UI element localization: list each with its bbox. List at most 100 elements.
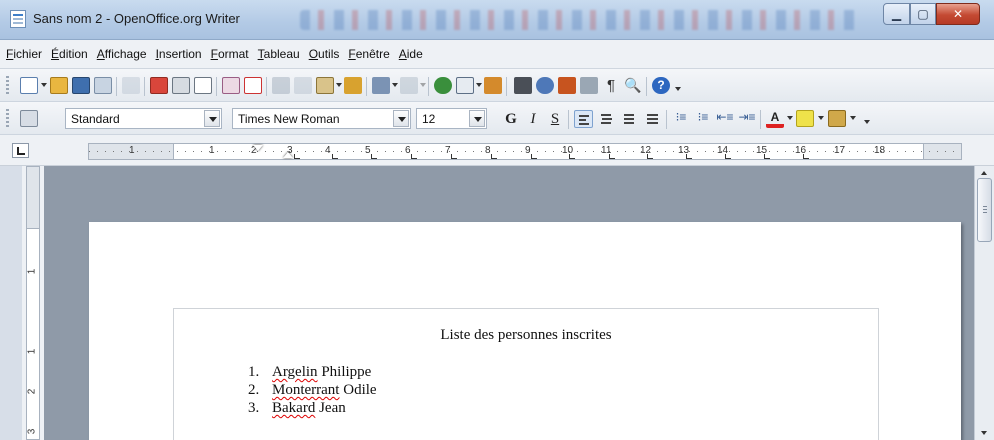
zoom-icon[interactable]: 🔍 — [624, 77, 642, 94]
gallery-icon[interactable] — [558, 77, 576, 94]
tab-stop[interactable] — [725, 154, 731, 159]
highlighting-icon[interactable] — [796, 110, 814, 127]
tab-stop[interactable] — [451, 154, 457, 159]
menu-tableau[interactable]: Tableau — [258, 47, 300, 61]
scroll-down-icon[interactable] — [975, 426, 994, 440]
numbered-list[interactable]: 1. Argelin Philippe 2. Monterrant Odile 3.… — [248, 363, 377, 417]
justify-button[interactable] — [643, 110, 662, 128]
decrease-indent-icon[interactable]: ⇤≡ — [716, 110, 734, 127]
tab-stop[interactable] — [647, 154, 653, 159]
copy-icon[interactable] — [294, 77, 312, 94]
toolbar-options-icon[interactable] — [864, 120, 870, 124]
document-page[interactable]: Liste des personnes inscrites 1. Argelin … — [89, 222, 961, 440]
tab-stop[interactable] — [371, 154, 377, 159]
export-pdf-icon[interactable] — [150, 77, 168, 94]
menu-fenetre[interactable]: Fenêtre — [348, 47, 389, 61]
writer-app-icon[interactable] — [10, 10, 26, 28]
toolbar-grip[interactable] — [6, 76, 9, 96]
paragraph-style-select[interactable]: Standard — [65, 108, 222, 129]
first-line-indent-marker[interactable] — [253, 145, 263, 151]
list-item[interactable]: 1. Argelin Philippe — [248, 363, 377, 381]
document-workspace[interactable]: Liste des personnes inscrites 1. Argelin … — [44, 166, 974, 440]
increase-indent-icon[interactable]: ⇥≡ — [738, 110, 756, 127]
paste-icon[interactable] — [316, 77, 334, 94]
chevron-down-icon[interactable] — [204, 110, 220, 127]
menu-format[interactable]: Format — [211, 47, 249, 61]
vertical-scrollbar[interactable] — [974, 166, 994, 440]
tab-type-selector[interactable] — [12, 143, 29, 158]
italic-button[interactable]: I — [524, 110, 542, 128]
font-color-dropdown-icon[interactable] — [787, 116, 793, 120]
menu-aide[interactable]: Aide — [399, 47, 423, 61]
list-item[interactable]: 3. Bakard Jean — [248, 399, 377, 417]
bold-button[interactable]: G — [502, 110, 520, 128]
tab-stop[interactable] — [531, 154, 537, 159]
minimize-button[interactable]: ▁ — [883, 3, 910, 25]
underline-button[interactable]: S — [546, 110, 564, 128]
edit-file-icon[interactable] — [122, 77, 140, 94]
tab-stop[interactable] — [803, 154, 809, 159]
vertical-ruler[interactable]: 1 1 2 3 — [22, 166, 44, 440]
navigator-icon[interactable] — [536, 77, 554, 94]
table-dropdown-icon[interactable] — [476, 83, 482, 87]
horizontal-ruler[interactable]: 1 1 2 3 4 5 6 7 8 9 10 11 12 13 14 15 16… — [88, 143, 962, 160]
spellcheck-icon[interactable] — [222, 77, 240, 94]
maximize-button[interactable]: ▢ — [910, 3, 936, 25]
document-heading[interactable]: Liste des personnes inscrites — [174, 327, 878, 344]
styles-formatting-icon[interactable] — [20, 110, 38, 127]
left-indent-marker[interactable] — [283, 152, 293, 158]
list-item[interactable]: 2. Monterrant Odile — [248, 381, 377, 399]
menu-affichage[interactable]: Affichage — [97, 47, 147, 61]
align-center-button[interactable] — [597, 110, 616, 128]
toolbar-grip[interactable] — [6, 109, 9, 129]
toolbar-options-icon[interactable] — [675, 87, 681, 91]
undo-icon[interactable] — [372, 77, 390, 94]
bullets-icon[interactable]: ⁝≡ — [694, 110, 712, 127]
print-preview-icon[interactable] — [194, 77, 212, 94]
formatting-marks-icon[interactable]: ¶ — [602, 77, 620, 94]
background-color-dropdown-icon[interactable] — [850, 116, 856, 120]
font-name-select[interactable]: Times New Roman — [232, 108, 411, 129]
print-icon[interactable] — [172, 77, 190, 94]
help-icon[interactable]: ? — [652, 77, 670, 94]
table-icon[interactable] — [456, 77, 474, 94]
tab-stop[interactable] — [686, 154, 692, 159]
scrollbar-thumb[interactable] — [977, 178, 992, 242]
show-draw-functions-icon[interactable] — [484, 77, 502, 94]
tab-stop[interactable] — [764, 154, 770, 159]
autospellcheck-icon[interactable] — [244, 77, 262, 94]
align-right-button[interactable] — [620, 110, 639, 128]
find-replace-icon[interactable] — [514, 77, 532, 94]
chevron-down-icon[interactable] — [469, 110, 485, 127]
hyperlink-icon[interactable] — [434, 77, 452, 94]
paste-dropdown-icon[interactable] — [336, 83, 342, 87]
cut-icon[interactable] — [272, 77, 290, 94]
menu-outils[interactable]: Outils — [309, 47, 340, 61]
menu-fichier[interactable]: Fichier — [6, 47, 42, 61]
font-color-icon[interactable]: A — [766, 110, 784, 128]
tab-stop[interactable] — [491, 154, 497, 159]
redo-icon[interactable] — [400, 77, 418, 94]
menu-insertion[interactable]: Insertion — [156, 47, 202, 61]
highlighting-dropdown-icon[interactable] — [818, 116, 824, 120]
email-icon[interactable] — [94, 77, 112, 94]
open-folder-icon[interactable] — [50, 77, 68, 94]
new-dropdown-icon[interactable] — [41, 83, 47, 87]
undo-dropdown-icon[interactable] — [392, 83, 398, 87]
tab-stop[interactable] — [569, 154, 575, 159]
chevron-down-icon[interactable] — [393, 110, 409, 127]
background-color-icon[interactable] — [828, 110, 846, 127]
text-area-boundary[interactable]: Liste des personnes inscrites 1. Argelin … — [173, 308, 879, 440]
redo-dropdown-icon[interactable] — [420, 83, 426, 87]
align-left-button[interactable] — [574, 110, 593, 128]
numbering-icon[interactable]: ⁝≡ — [672, 110, 690, 127]
tab-stop[interactable] — [294, 154, 300, 159]
new-document-icon[interactable] — [20, 77, 38, 94]
clone-formatting-icon[interactable] — [344, 77, 362, 94]
font-size-select[interactable]: 12 — [416, 108, 487, 129]
data-sources-icon[interactable] — [580, 77, 598, 94]
tab-stop[interactable] — [609, 154, 615, 159]
close-button[interactable]: ✕ — [936, 3, 980, 25]
tab-stop[interactable] — [411, 154, 417, 159]
tab-stop[interactable] — [332, 154, 338, 159]
